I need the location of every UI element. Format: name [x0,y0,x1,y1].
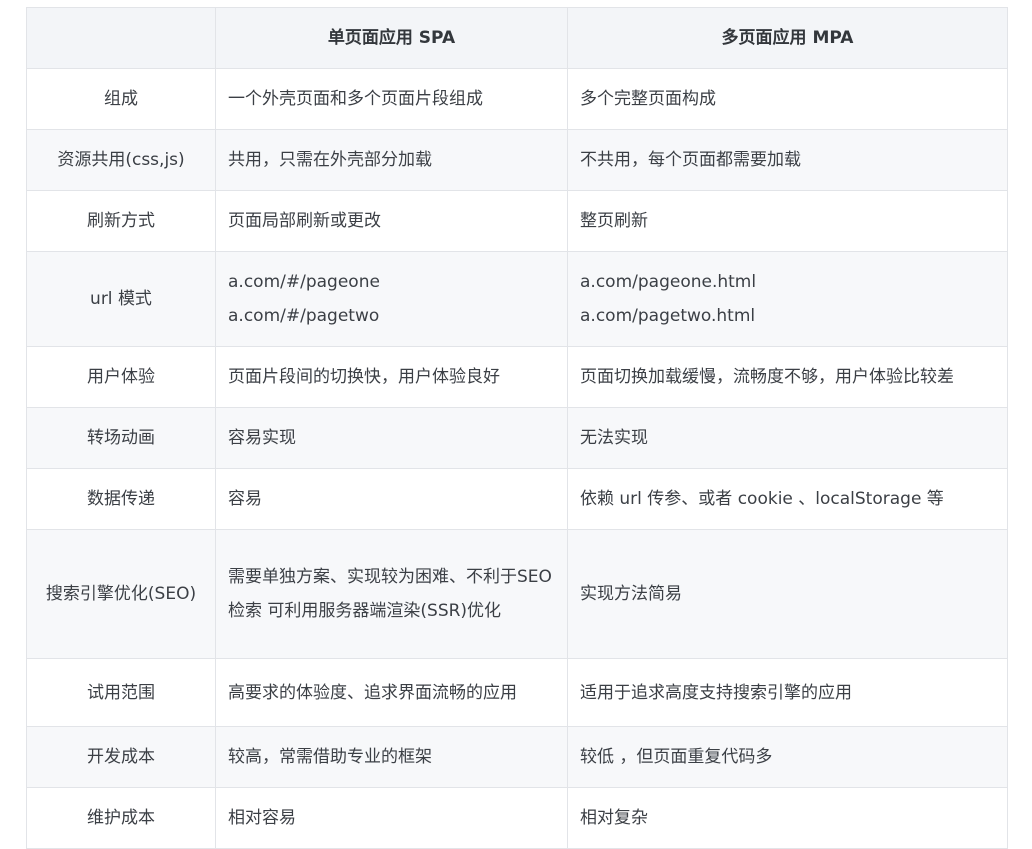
table-row-resource-sharing: 资源共用(css,js) 共用，只需在外壳部分加载 不共用，每个页面都需要加载 [26,129,1008,191]
mpa-cell: 相对复杂 [567,787,1008,849]
table-header: 单页面应用 SPA 多页面应用 MPA [26,7,1008,69]
spa-cell: 容易实现 [215,407,568,469]
mpa-cell-line: 实现方法简易 [580,584,682,604]
mpa-cell-line: 相对复杂 [580,808,648,828]
mpa-cell: 不共用，每个页面都需要加载 [567,129,1008,191]
mpa-cell: 无法实现 [567,407,1008,469]
row-label: 组成 [26,68,216,130]
mpa-cell-line: 依赖 url 传参、或者 cookie 、localStorage 等 [580,489,944,509]
table-row-transition-animation: 转场动画 容易实现 无法实现 [26,407,1008,469]
row-label: 维护成本 [26,787,216,849]
mpa-cell: 较低 ，但页面重复代码多 [567,726,1008,788]
row-label: 数据传递 [26,468,216,530]
spa-cell: 高要求的体验度、追求界面流畅的应用 [215,658,568,727]
row-label: url 模式 [26,251,216,347]
header-cell-mpa: 多页面应用 MPA [567,7,1008,69]
spa-cell-line: a.com/#/pagetwo [228,306,380,326]
spa-cell-line: 容易实现 [228,428,296,448]
mpa-cell: a.com/pageone.html a.com/pagetwo.html [567,251,1008,347]
header-cell-empty [26,7,216,69]
spa-cell: 相对容易 [215,787,568,849]
header-cell-spa: 单页面应用 SPA [215,7,568,69]
mpa-cell-line: 较低 ，但页面重复代码多 [580,747,773,767]
mpa-cell: 整页刷新 [567,190,1008,252]
spa-cell: 需要单独方案、实现较为困难、不利于SEO 检索 可利用服务器端渲染(SSR)优化 [215,529,568,659]
spa-cell: 页面片段间的切换快，用户体验良好 [215,346,568,408]
mpa-cell-line: 无法实现 [580,428,648,448]
table-row-refresh-mode: 刷新方式 页面局部刷新或更改 整页刷新 [26,190,1008,252]
spa-cell: 页面局部刷新或更改 [215,190,568,252]
table-row-user-experience: 用户体验 页面片段间的切换快，用户体验良好 页面切换加载缓慢，流畅度不够，用户体验比… [26,346,1008,408]
mpa-cell: 页面切换加载缓慢，流畅度不够，用户体验比较差 [567,346,1008,408]
comparison-table-container: 单页面应用 SPA 多页面应用 MPA 组成 一个外壳页面和多个页面片段组成 多个完… [26,7,1008,849]
mpa-cell-line: 整页刷新 [580,211,648,231]
spa-cell: 共用，只需在外壳部分加载 [215,129,568,191]
spa-cell: 一个外壳页面和多个页面片段组成 [215,68,568,130]
mpa-cell-line: a.com/pageone.html [580,272,757,292]
spa-cell: 容易 [215,468,568,530]
table-row-data-passing: 数据传递 容易 依赖 url 传参、或者 cookie 、localStorage … [26,468,1008,530]
row-label: 试用范围 [26,658,216,727]
mpa-cell-line: 页面切换加载缓慢，流畅度不够，用户体验比较差 [580,367,954,387]
row-label: 搜索引擎优化(SEO) [26,529,216,659]
spa-cell-line: 容易 [228,489,262,509]
mpa-cell-line: a.com/pagetwo.html [580,306,756,326]
spa-cell: a.com/#/pageone a.com/#/pagetwo [215,251,568,347]
table-row-seo: 搜索引擎优化(SEO) 需要单独方案、实现较为困难、不利于SEO 检索 可利用服务… [26,529,1008,659]
spa-cell-line: 较高，常需借助专业的框架 [228,747,432,767]
table-row-maintenance-cost: 维护成本 相对容易 相对复杂 [26,787,1008,849]
table-row-url-mode: url 模式 a.com/#/pageone a.com/#/pagetwo a.co… [26,251,1008,347]
spa-mpa-comparison-table: 单页面应用 SPA 多页面应用 MPA 组成 一个外壳页面和多个页面片段组成 多个完… [26,7,1008,849]
mpa-cell: 实现方法简易 [567,529,1008,659]
header-row: 单页面应用 SPA 多页面应用 MPA [26,7,1008,69]
spa-cell-line: 相对容易 [228,808,296,828]
table-body: 组成 一个外壳页面和多个页面片段组成 多个完整页面构成资源共用(css,js) 共用，… [26,68,1008,849]
mpa-cell-line: 不共用，每个页面都需要加载 [580,150,801,170]
mpa-cell: 适用于追求高度支持搜索引擎的应用 [567,658,1008,727]
table-row-dev-cost: 开发成本 较高，常需借助专业的框架 较低 ，但页面重复代码多 [26,726,1008,788]
spa-cell-line: 需要单独方案、实现较为困难、不利于SEO 检索 可利用服务器端渲染(SSR)优化 [228,567,552,621]
spa-cell-line: 共用，只需在外壳部分加载 [228,150,432,170]
row-label: 用户体验 [26,346,216,408]
mpa-cell-line: 适用于追求高度支持搜索引擎的应用 [580,682,852,703]
spa-cell-line: a.com/#/pageone [228,272,380,292]
row-label: 资源共用(css,js) [26,129,216,191]
spa-cell: 较高，常需借助专业的框架 [215,726,568,788]
table-row-composition: 组成 一个外壳页面和多个页面片段组成 多个完整页面构成 [26,68,1008,130]
row-label: 刷新方式 [26,190,216,252]
row-label: 转场动画 [26,407,216,469]
spa-cell-line: 高要求的体验度、追求界面流畅的应用 [228,682,517,703]
table-row-scope: 试用范围 高要求的体验度、追求界面流畅的应用 适用于追求高度支持搜索引擎的应用 [26,658,1008,727]
spa-cell-line: 一个外壳页面和多个页面片段组成 [228,89,483,109]
mpa-cell-line: 多个完整页面构成 [580,89,716,109]
mpa-cell: 依赖 url 传参、或者 cookie 、localStorage 等 [567,468,1008,530]
spa-cell-line: 页面局部刷新或更改 [228,211,381,231]
mpa-cell: 多个完整页面构成 [567,68,1008,130]
spa-cell-line: 页面片段间的切换快，用户体验良好 [228,367,500,387]
row-label: 开发成本 [26,726,216,788]
